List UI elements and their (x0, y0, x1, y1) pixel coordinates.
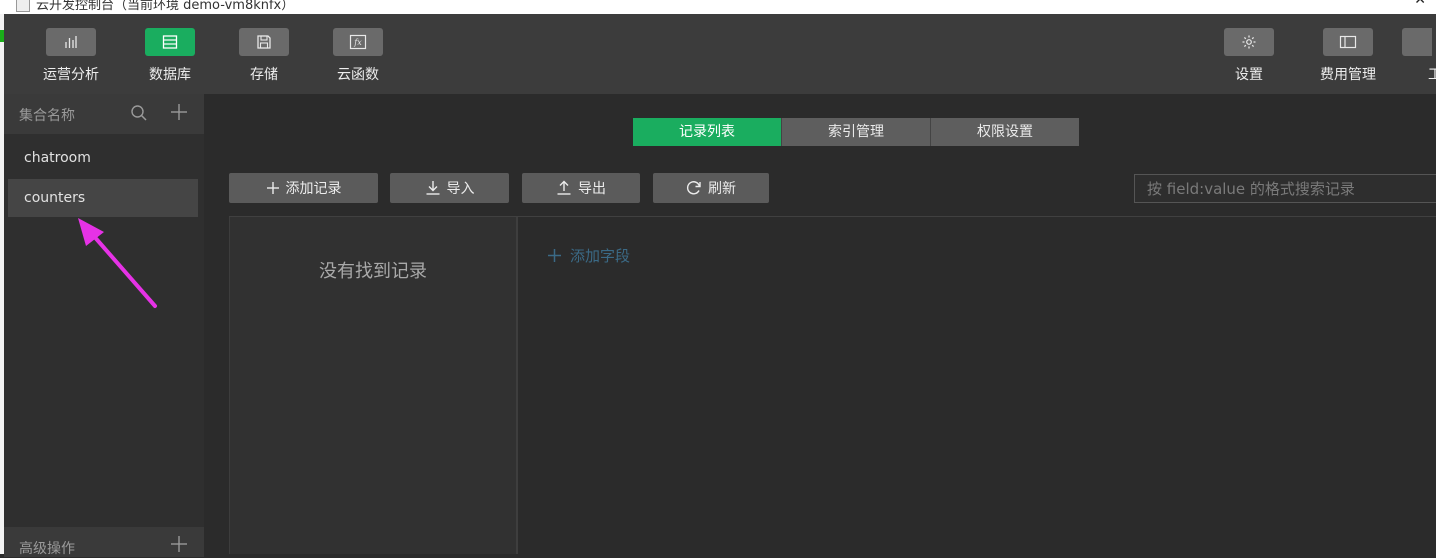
main-panel: 记录列表 索引管理 权限设置 添加记录 导入 导出 刷新 没有找到记录 添加字段 (204, 94, 1436, 554)
record-search-input[interactable] (1135, 175, 1436, 202)
toolbar-label: 费用管理 (1320, 67, 1376, 83)
import-button[interactable]: 导入 (390, 173, 509, 203)
add-field-label: 添加字段 (570, 247, 631, 265)
download-icon (426, 181, 439, 195)
import-label: 导入 (446, 181, 475, 197)
window-titlebar: 云开发控制台（当前环境 demo-vm8knfx） ✕ (0, 0, 1436, 14)
add-record-button[interactable]: 添加记录 (229, 173, 378, 203)
billing-icon (1323, 28, 1373, 56)
window-title: 云开发控制台（当前环境 demo-vm8knfx） (36, 0, 295, 13)
toolbar-label: 设置 (1235, 67, 1263, 83)
export-label: 导出 (578, 181, 606, 197)
toolbar-label: 工 (1428, 67, 1436, 83)
advanced-ops-label[interactable]: 高级操作 (19, 538, 75, 558)
add-field-button[interactable]: 添加字段 (547, 245, 630, 266)
toolbar-label: 数据库 (149, 67, 191, 83)
tab-record-list[interactable]: 记录列表 (633, 118, 782, 146)
refresh-button[interactable]: 刷新 (653, 173, 769, 203)
tab-permission-settings[interactable]: 权限设置 (931, 118, 1079, 146)
record-list-column: 没有找到记录 (229, 217, 518, 554)
sidebar-header: 集合名称 (4, 94, 204, 134)
refresh-icon (686, 181, 701, 195)
collection-sidebar: 集合名称 chatroom counters 高级操作 (4, 94, 204, 557)
upload-icon (557, 180, 571, 195)
toolbar-storage-button[interactable]: 存储 (229, 28, 299, 84)
plus-icon (266, 182, 279, 194)
svg-text:fx: fx (353, 38, 362, 47)
add-collection-icon[interactable] (170, 103, 188, 125)
toolbar-label: 运营分析 (43, 67, 99, 83)
search-icon[interactable] (130, 104, 148, 126)
add-record-label: 添加记录 (285, 181, 342, 197)
document-icon (16, 0, 30, 12)
toolbar-billing-button[interactable]: 费用管理 (1313, 28, 1383, 84)
function-icon: fx (333, 28, 383, 56)
gear-icon (1224, 28, 1274, 56)
refresh-label: 刷新 (708, 181, 736, 197)
tab-bar: 记录列表 索引管理 权限设置 (633, 118, 1079, 146)
toolbar-cloud-function-button[interactable]: fx 云函数 (323, 28, 393, 84)
toolbar-label: 云函数 (337, 67, 379, 83)
toolbar-analytics-button[interactable]: 运营分析 (36, 28, 106, 84)
save-icon (239, 28, 289, 56)
collection-item-chatroom[interactable]: chatroom (8, 139, 198, 177)
annotation-arrow-icon (78, 218, 157, 308)
empty-records-text: 没有找到记录 (319, 261, 427, 282)
toolbar-label: 存储 (250, 67, 278, 83)
bar-chart-icon (46, 28, 96, 56)
tool-icon (1402, 28, 1432, 56)
toolbar-settings-button[interactable]: 设置 (1214, 28, 1284, 84)
top-toolbar: 运营分析 数据库 存储 fx 云函数 设置 费用管理 工 (4, 14, 1436, 94)
record-search-field[interactable] (1134, 174, 1436, 203)
plus-icon (548, 249, 561, 262)
close-window-icon[interactable]: ✕ (1414, 0, 1426, 8)
toolbar-tool-button[interactable]: 工 (1402, 28, 1436, 84)
toolbar-database-button[interactable]: 数据库 (135, 28, 205, 84)
tab-index-management[interactable]: 索引管理 (782, 118, 931, 146)
sidebar-footer: 高级操作 (4, 527, 204, 557)
database-icon (145, 28, 195, 56)
sidebar-title: 集合名称 (19, 108, 75, 124)
export-button[interactable]: 导出 (522, 173, 640, 203)
